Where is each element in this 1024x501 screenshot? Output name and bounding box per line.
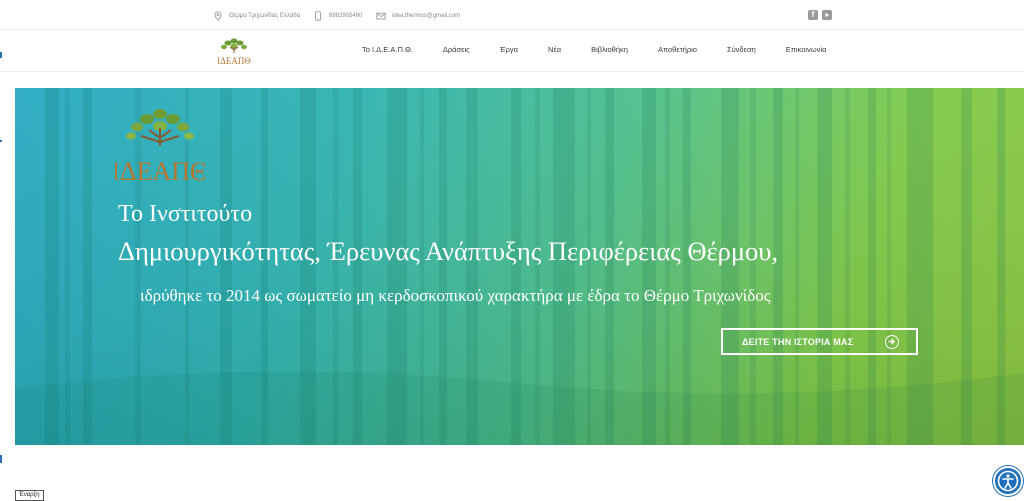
arrow-right-circle-icon <box>885 335 899 349</box>
accessibility-icon[interactable] <box>993 466 1023 496</box>
hero-subtitle: ιδρύθηκε το 2014 ως σωματείο μη κερδοσκο… <box>140 286 771 305</box>
phone-text[interactable]: 6982905460 <box>329 13 362 19</box>
nav-item-news[interactable]: Νέα <box>548 45 561 54</box>
hero-title-line2: Δημιουργικότητας, Έρευνας Ανάπτυξης Περι… <box>118 236 779 266</box>
nav-item-institute[interactable]: Το Ι.Δ.Ε.Α.Π.Θ. <box>362 45 413 54</box>
site-logo[interactable]: ΙΔΕΑΠΘ <box>215 34 253 68</box>
nav-menu: Το Ι.Δ.Ε.Α.Π.Θ. Δράσεις Έργα Νέα Βιβλιοθ… <box>362 45 856 54</box>
facebook-icon[interactable]: f <box>808 10 818 20</box>
corner-label[interactable]: Έναρξη <box>15 490 44 501</box>
youtube-icon[interactable] <box>822 10 832 20</box>
nav-item-actions[interactable]: Δράσεις <box>443 45 470 54</box>
email-contact[interactable]: idea.thermos@gmail.com <box>376 9 460 23</box>
logo-tree-icon <box>126 109 194 146</box>
nav-item-login[interactable]: Σύνδεση <box>727 45 756 54</box>
main-navigation: ΙΔΕΑΠΘ Το Ι.Δ.Ε.Α.Π.Θ. Δράσεις Έργα Νέα … <box>0 30 1024 72</box>
our-story-button-label: ΔΕΙΤΕ ΤΗΝ ΙΣΤΟΡΙΑ ΜΑΣ <box>742 336 854 347</box>
play-icon <box>825 12 829 18</box>
logo-tree-icon <box>221 38 247 53</box>
phone-icon <box>315 11 321 21</box>
hero-logo: ΙΔΕΑΠΘ <box>115 109 205 186</box>
email-icon <box>376 12 386 20</box>
edge-marker <box>0 455 2 463</box>
edge-marker <box>0 140 2 142</box>
address-contact: Θέρμο Τριχωνίδας Ελλάδα <box>213 9 300 23</box>
nav-item-projects[interactable]: Έργα <box>500 45 518 54</box>
email-text[interactable]: idea.thermos@gmail.com <box>392 13 460 19</box>
our-story-button[interactable]: ΔΕΙΤΕ ΤΗΝ ΙΣΤΟΡΙΑ ΜΑΣ <box>721 328 918 355</box>
top-info-bar: Θέρμο Τριχωνίδας Ελλάδα 6982905460 idea.… <box>0 0 1024 30</box>
logo-wordmark: ΙΔΕΑΠΘ <box>217 56 251 66</box>
nav-item-contact[interactable]: Επικοινωνία <box>786 45 827 54</box>
edge-marker <box>0 52 2 58</box>
nav-item-library[interactable]: Βιβλιοθήκη <box>591 45 628 54</box>
nav-item-repository[interactable]: Αποθετήριο <box>658 45 697 54</box>
logo-wordmark: ΙΔΕΑΠΘ <box>115 157 205 186</box>
phone-contact[interactable]: 6982905460 <box>313 9 362 23</box>
hero-title-line1: Το Ινστιτούτο <box>118 201 253 227</box>
hero-banner: ΙΔΕΑΠΘ Το Ινστιτούτο Δημιουργικότητας, Έ… <box>15 88 1024 445</box>
social-links: f <box>808 10 832 20</box>
address-text: Θέρμο Τριχωνίδας Ελλάδα <box>229 13 301 19</box>
location-pin-icon <box>214 11 222 21</box>
